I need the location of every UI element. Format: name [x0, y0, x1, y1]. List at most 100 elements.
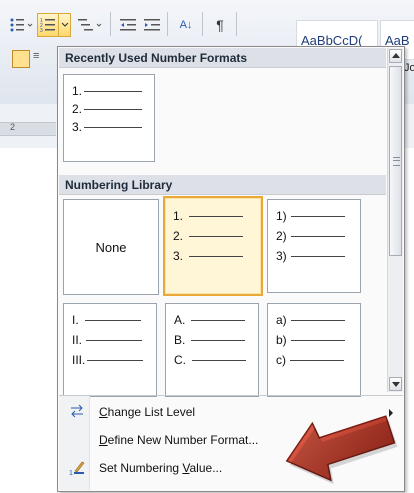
- list-item: 1.: [72, 83, 143, 99]
- recent-format-tile[interactable]: 1. 2. 3.: [63, 74, 155, 162]
- list-item: a): [276, 312, 345, 328]
- toolbar-separator: [110, 12, 111, 36]
- none-label: None: [95, 239, 127, 255]
- list-line: [290, 359, 344, 361]
- scroll-thumb[interactable]: [389, 66, 402, 256]
- list-line: [290, 215, 345, 217]
- style-gallery-caption: Jo: [404, 62, 414, 74]
- list-line: [290, 319, 345, 321]
- list-item: 2.: [173, 228, 244, 244]
- list-line: [290, 235, 345, 237]
- numbering-library-header: Numbering Library: [59, 175, 386, 195]
- numbering-dropdown-button[interactable]: [58, 13, 71, 37]
- list-line: [84, 126, 143, 128]
- list-item: III.: [72, 352, 144, 368]
- list-item: 2): [276, 228, 345, 244]
- list-number: I.: [72, 313, 79, 327]
- numbering-format-tile-roman[interactable]: I. II. III.: [63, 303, 157, 397]
- list-item: 1): [276, 208, 345, 224]
- list-line: [192, 359, 246, 361]
- arrow-up-icon: [392, 53, 400, 58]
- list-item: 3.: [72, 119, 143, 135]
- list-number: 3.: [173, 249, 184, 263]
- scroll-down-button[interactable]: [389, 377, 402, 391]
- list-line: [87, 359, 144, 361]
- list-number: A.: [174, 313, 186, 327]
- list-number: 3.: [72, 120, 83, 134]
- list-number: 2.: [173, 229, 184, 243]
- toolbar-separator: [236, 12, 237, 36]
- center-align-icon[interactable]: ≡: [33, 50, 43, 66]
- align-left-icon[interactable]: [12, 50, 30, 68]
- multilevel-list-icon: [78, 19, 102, 31]
- set-value-icon: 1: [68, 460, 86, 477]
- numbering-format-tile-arabic-period[interactable]: 1. 2. 3.: [163, 196, 263, 296]
- numbering-format-tile-lower-alpha[interactable]: a) b) c): [267, 303, 361, 397]
- decrease-indent-button[interactable]: [116, 13, 140, 37]
- list-number: 1.: [72, 84, 83, 98]
- svg-text:3: 3: [40, 28, 43, 33]
- list-number: 1): [276, 209, 287, 223]
- scroll-up-button[interactable]: [389, 49, 402, 63]
- list-line: [86, 339, 143, 341]
- bullets-icon: [10, 18, 33, 32]
- list-item: B.: [174, 332, 246, 348]
- numbering-button[interactable]: 1 2 3: [37, 13, 59, 37]
- list-item: c): [276, 352, 344, 368]
- list-number: 3): [276, 249, 287, 263]
- increase-indent-icon: [144, 19, 160, 31]
- numbering-icon: 1 2 3: [40, 18, 55, 33]
- annotation-arrow-icon: [285, 415, 398, 485]
- list-line: [189, 235, 244, 237]
- bullets-button[interactable]: [6, 13, 36, 37]
- list-item: II.: [72, 332, 143, 348]
- list-item: C.: [174, 352, 246, 368]
- menu-item-label: Define New Number Format...: [99, 433, 259, 447]
- list-number: 2): [276, 229, 287, 243]
- multilevel-list-button[interactable]: [74, 13, 106, 37]
- numbering-format-tile-upper-alpha[interactable]: A. B. C.: [165, 303, 259, 397]
- list-line: [191, 319, 246, 321]
- grip-icon: [393, 157, 400, 166]
- list-item: 2.: [72, 101, 143, 117]
- arrow-down-icon: [392, 382, 400, 387]
- ruler-tick-label: 2: [10, 122, 16, 132]
- list-line: [189, 215, 244, 217]
- list-line: [290, 339, 345, 341]
- toolbar-separator: [167, 12, 168, 36]
- list-number: a): [276, 313, 287, 327]
- list-number: C.: [174, 353, 186, 367]
- decrease-indent-icon: [120, 19, 136, 31]
- list-line: [84, 90, 143, 92]
- list-line: [189, 255, 244, 257]
- list-number: B.: [174, 333, 186, 347]
- menu-separator: [59, 395, 403, 396]
- list-number: III.: [72, 353, 86, 367]
- list-item: 1.: [173, 208, 244, 224]
- ruler-track: 2: [0, 122, 56, 136]
- list-item: I.: [72, 312, 141, 328]
- toolbar-separator: [202, 12, 203, 36]
- list-line: [84, 108, 143, 110]
- svg-text:1: 1: [69, 470, 73, 476]
- list-item: A.: [174, 312, 246, 328]
- list-item: 3.: [173, 248, 244, 264]
- list-number: 2.: [72, 102, 83, 116]
- list-number: 1.: [173, 209, 184, 223]
- list-line: [290, 255, 345, 257]
- list-number: II.: [72, 333, 83, 347]
- gallery-scrollbar[interactable]: [387, 48, 403, 392]
- recent-formats-header: Recently Used Number Formats: [59, 48, 386, 68]
- chevron-down-icon: [61, 22, 68, 27]
- list-item: b): [276, 332, 345, 348]
- list-line: [191, 339, 246, 341]
- list-number: c): [276, 353, 286, 367]
- sort-button[interactable]: A↓: [173, 13, 199, 37]
- increase-indent-button[interactable]: [140, 13, 164, 37]
- menu-item-label: Change List Level: [99, 405, 196, 419]
- show-hide-button[interactable]: ¶: [208, 13, 232, 37]
- list-item: 3): [276, 248, 345, 264]
- numbering-none-tile[interactable]: None: [63, 199, 159, 295]
- list-line: [84, 319, 141, 321]
- numbering-format-tile-arabic-paren[interactable]: 1) 2) 3): [267, 199, 361, 293]
